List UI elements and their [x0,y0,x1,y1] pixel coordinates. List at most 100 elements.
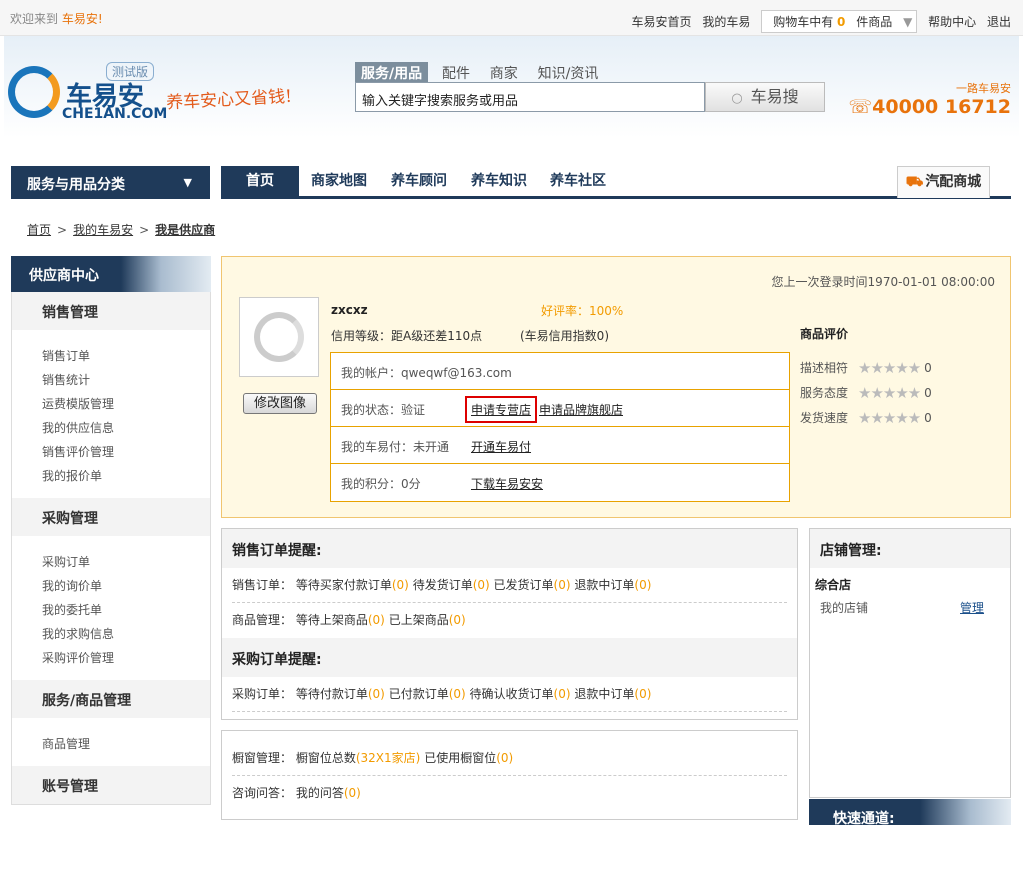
sidebar-item-shipping-template[interactable]: 运费模版管理 [42,392,210,416]
refunding-link[interactable]: 退款中订单 [574,578,634,592]
brand-link[interactable]: 车易安! [62,12,103,26]
star-rating-icon: ★★★★★ [858,384,921,402]
credit-index: (车易信用指数0) [520,329,609,343]
nav-merchant-map[interactable]: 商家地图 [311,166,367,196]
welcome-label: 欢迎来到 [10,12,59,26]
account-email: 我的帐户：qweqwf@163.com [341,366,512,380]
apply-specialty-store-link[interactable]: 申请专营店 [465,396,538,423]
open-pay-link[interactable]: 开通车易付 [471,438,531,455]
auto-parts-mall-button[interactable]: ⛟ 汽配商城 [897,166,990,198]
apply-flagship-store-link[interactable]: 申请品牌旗舰店 [539,401,623,418]
edit-avatar-button[interactable]: 修改图像 [243,393,317,414]
sidebar-item-sales-orders[interactable]: 销售订单 [42,344,210,368]
points-label: 我的积分：0分 [341,477,421,491]
purchase-orders-line: 采购订单： 等待付款订单(0) 已付款订单(0) 待确认收货订单(0) 退款中订… [232,677,787,712]
nav-car-advisor[interactable]: 养车顾问 [391,166,447,196]
evaluation-label: 描述相符 [800,361,849,375]
product-evaluation: 商品评价 描述相符 ★★★★★ 0 服务态度 ★★★★★ 0 发货速度 ★★★★★ 0 [800,325,932,434]
search-button-label: 车易搜 [750,87,799,106]
chevron-down-icon: ▼ [183,176,192,189]
awaiting-payment-link[interactable]: 等待付款订单 [296,687,368,701]
nav-home[interactable]: 首页 [221,166,299,196]
my-shop-label: 我的店铺 [820,601,869,615]
category-label: 服务与用品分类 [27,177,125,193]
pay-row: 我的车易付：未开通 开通车易付 [331,427,789,464]
status-label: 我的状态：验证 [341,403,426,417]
search-tab-services[interactable]: 服务/用品 [355,62,429,84]
breadcrumb-my-cheyian[interactable]: 我的车易安 [73,223,133,237]
paid-link[interactable]: 已付款订单 [389,687,449,701]
mall-label: 汽配商城 [925,174,982,190]
cart-prefix: 购物车中有 [773,15,834,29]
account-row: 我的帐户：qweqwf@163.com [331,353,789,390]
evaluation-score: 0 [924,361,932,375]
sales-orders-prefix: 销售订单： [232,578,293,592]
search-input[interactable]: 输入关键字搜索服务或用品 [355,82,705,112]
home-link[interactable]: 车易安首页 [632,15,692,29]
my-qa-link[interactable]: 我的问答 [296,786,344,800]
download-app-link[interactable]: 下载车易安安 [471,475,543,492]
shipped-link[interactable]: 已发货订单 [494,578,554,592]
sidebar-item-wanted[interactable]: 我的求购信息 [42,622,210,646]
window-used-link[interactable]: 已使用橱窗位 [424,751,496,765]
breadcrumb-separator: > [57,223,68,237]
star-rating-icon: ★★★★★ [858,359,921,377]
count: (0) [553,578,571,592]
hotline: 一路车易安 ☏40000 16712 [848,80,1011,118]
manage-shop-link[interactable]: 管理 [960,599,984,616]
search-button[interactable]: ○ 车易搜 [705,82,825,112]
qa-count: (0) [343,786,361,800]
help-link[interactable]: 帮助中心 [928,15,976,29]
to-ship-link[interactable]: 待发货订单 [413,578,473,592]
sidebar-item-goods-management[interactable]: 商品管理 [42,732,210,756]
evaluation-row: 服务态度 ★★★★★ 0 [800,384,932,409]
top-bar: 欢迎来到 车易安! 车易安首页 我的车易 购物车中有 0 件商品 ▼ 帮助中心 … [0,0,1023,36]
quick-access-title: 快速通道: [809,799,1011,825]
breadcrumb-home[interactable]: 首页 [27,223,51,237]
category-menu[interactable]: 服务与用品分类 ▼ [11,166,210,199]
sidebar-item-commissions[interactable]: 我的委托单 [42,598,210,622]
evaluation-label: 发货速度 [800,411,849,425]
sidebar-item-sales-stats[interactable]: 销售统计 [42,368,210,392]
sidebar-item-my-quotes[interactable]: 我的报价单 [42,464,210,488]
sidebar-item-supply-info[interactable]: 我的供应信息 [42,416,210,440]
my-cheyi-link[interactable]: 我的车易 [702,15,750,29]
shop-management: 店铺管理: 综合店 我的店铺 管理 [809,528,1011,798]
username: zxcxz [331,303,368,317]
cart-icon: ⛟ [905,174,924,190]
logout-link[interactable]: 退出 [987,15,1011,29]
logo-domain: CHE1AN.COM [62,106,168,122]
credit-level: 信用等级：距A级还差110点 [331,329,483,343]
count: (0) [553,687,571,701]
points-row: 我的积分：0分 下载车易安安 [331,464,789,501]
count: (0) [367,613,385,627]
refunding-link[interactable]: 退款中订单 [574,687,634,701]
count: (0) [367,687,385,701]
search-tab-parts[interactable]: 配件 [436,62,476,84]
cart-dropdown[interactable]: 购物车中有 0 件商品 ▼ [761,10,918,33]
sales-reminder-title: 销售订单提醒: [222,529,797,568]
sidebar-item-sales-reviews[interactable]: 销售评价管理 [42,440,210,464]
nav-community[interactable]: 养车社区 [550,166,606,196]
sidebar-title: 供应商中心 [11,256,211,292]
search-tab-knowledge[interactable]: 知识/资讯 [532,62,605,84]
count: (0) [634,687,652,701]
sidebar-item-inquiries[interactable]: 我的询价单 [42,574,210,598]
sidebar: 供应商中心 销售管理 销售订单 销售统计 运费模版管理 我的供应信息 销售评价管… [11,256,211,805]
sidebar-group-title: 采购管理 [12,498,210,536]
qa-line: 咨询问答： 我的问答(0) [232,776,787,811]
search-tab-merchants[interactable]: 商家 [484,62,524,84]
purchase-reminder-title: 采购订单提醒: [222,638,797,677]
awaiting-listing-link[interactable]: 等待上架商品 [296,613,368,627]
sales-orders-line: 销售订单： 等待买家付款订单(0) 待发货订单(0) 已发货订单(0) 退款中订… [232,568,787,603]
shop-type: 综合店 [815,578,852,592]
search-tabs: 服务/用品 配件 商家 知识/资讯 [355,62,608,84]
to-confirm-link[interactable]: 待确认收货订单 [470,687,554,701]
sidebar-item-purchase-reviews[interactable]: 采购评价管理 [42,646,210,670]
pay-status-label: 我的车易付：未开通 [341,440,450,454]
window-total-link[interactable]: 橱窗位总数 [296,751,356,765]
nav-car-knowledge[interactable]: 养车知识 [471,166,527,196]
sidebar-item-purchase-orders[interactable]: 采购订单 [42,550,210,574]
listed-link[interactable]: 已上架商品 [389,613,449,627]
awaiting-payment-link[interactable]: 等待买家付款订单 [296,578,392,592]
